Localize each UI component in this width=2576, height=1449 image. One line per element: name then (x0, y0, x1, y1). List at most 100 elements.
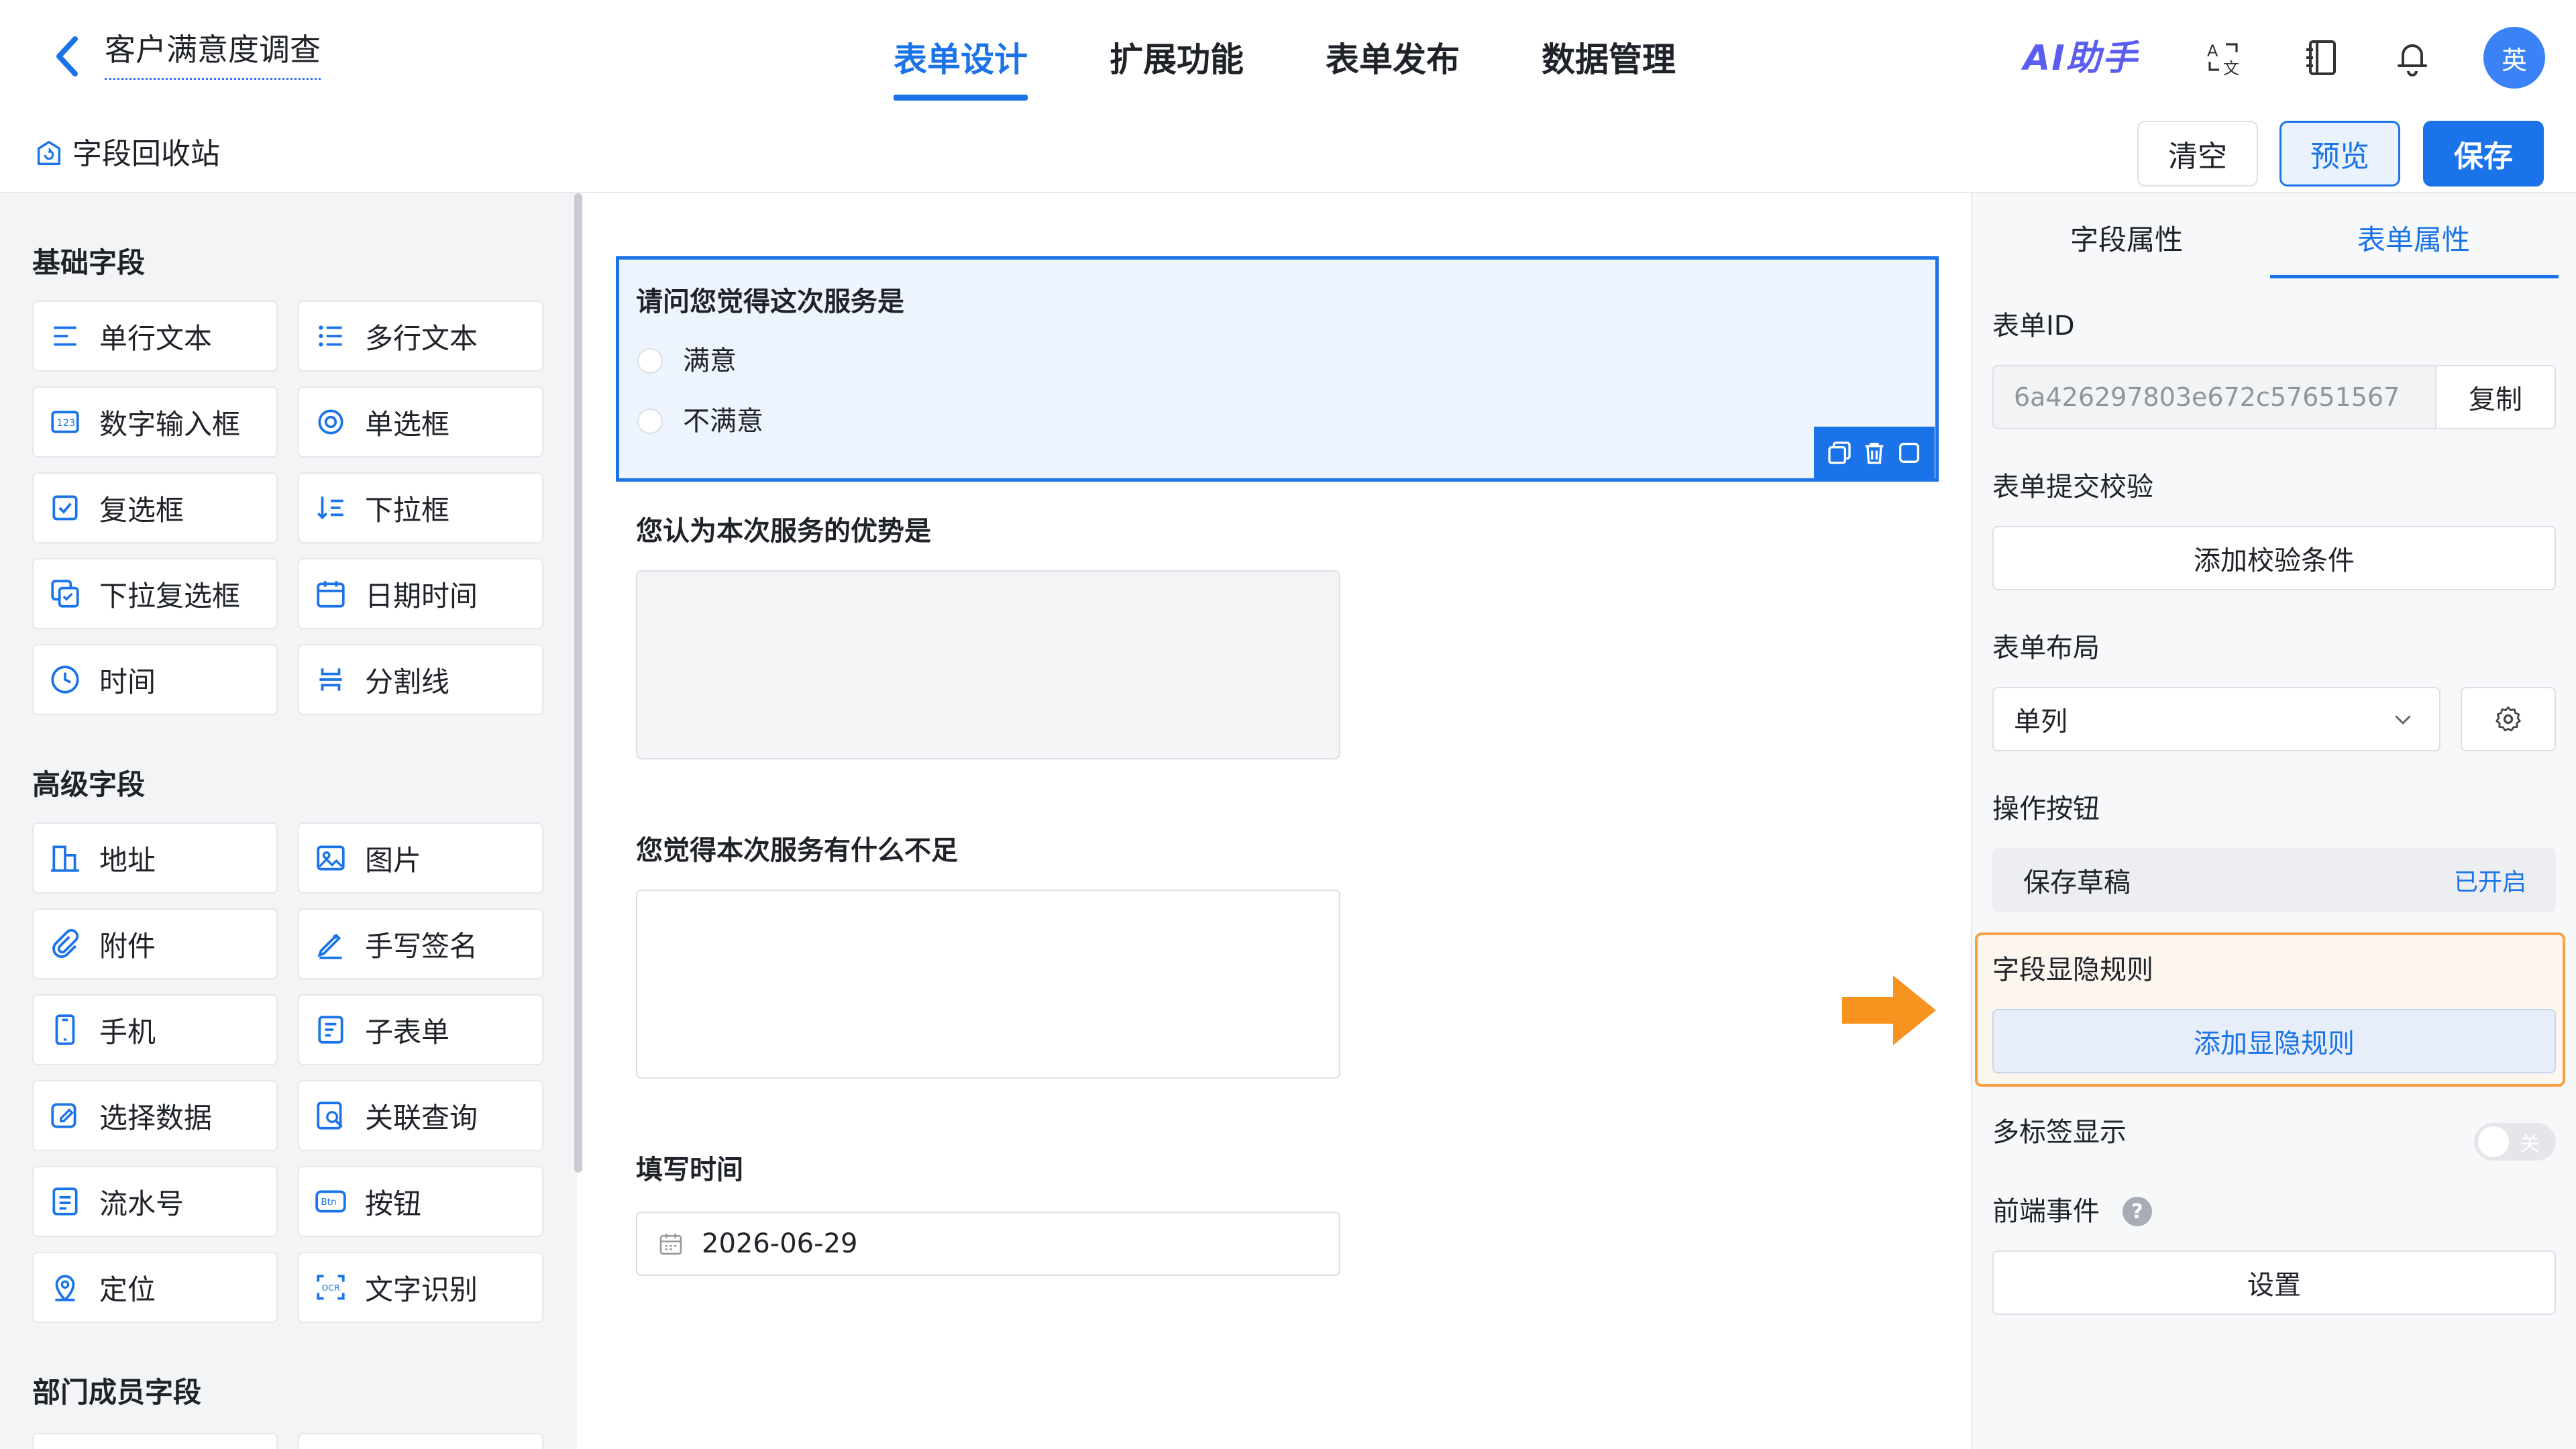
field-dept-partial-2[interactable] (298, 1433, 543, 1449)
active-tab-underline (2270, 275, 2559, 278)
svg-text:OCR: OCR (321, 1283, 340, 1293)
field-dept-partial-1[interactable] (32, 1433, 278, 1449)
q3-textarea[interactable] (636, 890, 1340, 1079)
advanced-fields-grid: 地址 图片 附件 手写签名 手机 子表单 选择数据 关联查询 流水号 Btn 按… (32, 822, 543, 1323)
frontend-event-label: 前端事件 (1992, 1196, 2100, 1227)
copy-icon[interactable] (1826, 439, 1853, 466)
image-icon (317, 845, 345, 871)
toggle-knob (2478, 1126, 2509, 1157)
q2-textarea[interactable] (636, 570, 1340, 759)
field-linked-query[interactable]: 关联查询 (298, 1080, 543, 1151)
field-dropdown-checkbox[interactable]: 下拉复选框 (32, 558, 278, 629)
radio-button[interactable] (637, 348, 663, 374)
field-select-data[interactable]: 选择数据 (32, 1080, 278, 1151)
layout-settings-button[interactable] (2461, 687, 2556, 751)
field-radio[interactable]: 单选框 (298, 386, 543, 458)
field-button[interactable]: Btn 按钮 (298, 1166, 543, 1237)
field-number-input[interactable]: 123 数字输入框 (32, 386, 278, 458)
field-ocr[interactable]: OCR 文字识别 (298, 1252, 543, 1323)
basic-fields-title: 基础字段 (32, 246, 146, 279)
divider-icon (319, 668, 342, 691)
linked-query-icon (317, 1102, 343, 1130)
field-subform[interactable]: 子表单 (298, 994, 543, 1065)
q1-label: 请问您觉得这次服务是 (636, 286, 904, 317)
toggle-state-text: 关 (2520, 1132, 2540, 1156)
preview-button[interactable]: 预览 (2279, 121, 2400, 186)
field-address[interactable]: 地址 (32, 822, 278, 894)
field-image[interactable]: 图片 (298, 822, 543, 894)
field-checkbox[interactable]: 复选框 (32, 472, 278, 543)
q4-date-input[interactable]: 2026-06-29 (636, 1212, 1340, 1276)
radio-option-label: 满意 (683, 345, 737, 376)
select-data-icon (51, 1103, 76, 1128)
multi-tab-toggle[interactable]: 关 (2474, 1123, 2556, 1161)
recycle-bin-icon[interactable] (34, 138, 64, 169)
translate-icon[interactable]: A 文 (2204, 38, 2245, 78)
serial-number-icon (52, 1187, 78, 1216)
field-serial-number[interactable]: 流水号 (32, 1166, 278, 1237)
ai-assistant-button[interactable]: AI助手 (2023, 35, 2139, 82)
q3-label: 您觉得本次服务有什么不足 (636, 835, 958, 866)
square-icon[interactable] (1896, 439, 1923, 466)
visibility-rules-label: 字段显隐规则 (1992, 955, 2153, 985)
radio-button[interactable] (637, 409, 663, 434)
checkbox-icon (52, 495, 78, 521)
tab-publish[interactable]: 表单发布 (1326, 36, 1460, 101)
book-icon[interactable] (2302, 38, 2343, 78)
avatar[interactable]: 英 (2483, 27, 2545, 89)
bell-icon[interactable] (2392, 38, 2432, 78)
clear-button[interactable]: 清空 (2137, 121, 2258, 186)
svg-text:Btn: Btn (321, 1197, 336, 1208)
field-datetime[interactable]: 日期时间 (298, 558, 543, 629)
frontend-event-settings-button[interactable]: 设置 (1992, 1250, 2556, 1315)
op-buttons-label: 操作按钮 (1992, 794, 2100, 824)
field-phone[interactable]: 手机 (32, 994, 278, 1065)
field-location[interactable]: 定位 (32, 1252, 278, 1323)
q2-label: 您认为本次服务的优势是 (636, 516, 931, 547)
layout-select[interactable]: 单列 (1992, 687, 2440, 751)
copy-id-button[interactable]: 复制 (2435, 365, 2556, 429)
recycle-bin-label[interactable]: 字段回收站 (72, 134, 220, 174)
basic-fields-grid: 单行文本 多行文本 123 数字输入框 单选框 复选框 下拉框 下拉复选框 日期 (32, 301, 543, 715)
add-validation-button[interactable]: 添加校验条件 (1992, 526, 2556, 590)
tab-extensions[interactable]: 扩展功能 (1110, 36, 1244, 101)
field-signature[interactable]: 手写签名 (298, 908, 543, 979)
radio-option-satisfied[interactable]: 满意 (637, 342, 737, 380)
tab-form-design[interactable]: 表单设计 (894, 36, 1028, 101)
tab-data-management[interactable]: 数据管理 (1542, 36, 1676, 101)
layout-select-value: 单列 (2014, 706, 2068, 737)
gear-icon (2496, 706, 2521, 732)
top-header: 客户满意度调查 表单设计 扩展功能 表单发布 数据管理 AI助手 A 文 英 (0, 0, 2576, 114)
dept-member-fields-title: 部门成员字段 (32, 1376, 202, 1409)
field-divider[interactable]: 分割线 (298, 644, 543, 715)
left-panel-scrollbar[interactable] (574, 193, 582, 1173)
tab-form-properties[interactable]: 表单属性 (2357, 220, 2470, 260)
field-single-line-text[interactable]: 单行文本 (32, 301, 278, 372)
dropdown-checkbox-icon (51, 580, 79, 608)
field-attachment[interactable]: 附件 (32, 908, 278, 979)
field-dropdown[interactable]: 下拉框 (298, 472, 543, 543)
field-multi-line-text[interactable]: 多行文本 (298, 301, 543, 372)
help-icon[interactable]: ? (2123, 1197, 2152, 1226)
layout-label: 表单布局 (1992, 633, 2100, 663)
chevron-left-icon[interactable] (48, 34, 86, 79)
radio-option-unsatisfied[interactable]: 不满意 (637, 402, 763, 440)
sub-toolbar: 字段回收站 清空 预览 保存 (0, 114, 2576, 193)
dropdown-icon (317, 496, 343, 520)
trash-icon[interactable] (1861, 439, 1888, 466)
tab-field-properties[interactable]: 字段属性 (2070, 220, 2183, 260)
save-button[interactable]: 保存 (2423, 121, 2544, 186)
q4-date-value: 2026-06-29 (702, 1228, 858, 1259)
radio-option-label: 不满意 (683, 406, 763, 437)
main-tabs: 表单设计 扩展功能 表单发布 数据管理 (894, 36, 1676, 101)
field-time[interactable]: 时间 (32, 644, 278, 715)
form-id-field[interactable]: 6a426297803e672c57651567 (1992, 365, 2436, 429)
add-visibility-rule-button[interactable]: 添加显隐规则 (1992, 1009, 2556, 1073)
address-icon (51, 845, 79, 872)
save-draft-status[interactable]: 已开启 (2454, 863, 2526, 898)
radio-icon (318, 409, 343, 435)
multi-line-text-icon (319, 325, 342, 347)
button-icon: Btn (315, 1190, 346, 1213)
form-title[interactable]: 客户满意度调查 (105, 30, 321, 80)
chevron-down-icon (2395, 715, 2411, 725)
